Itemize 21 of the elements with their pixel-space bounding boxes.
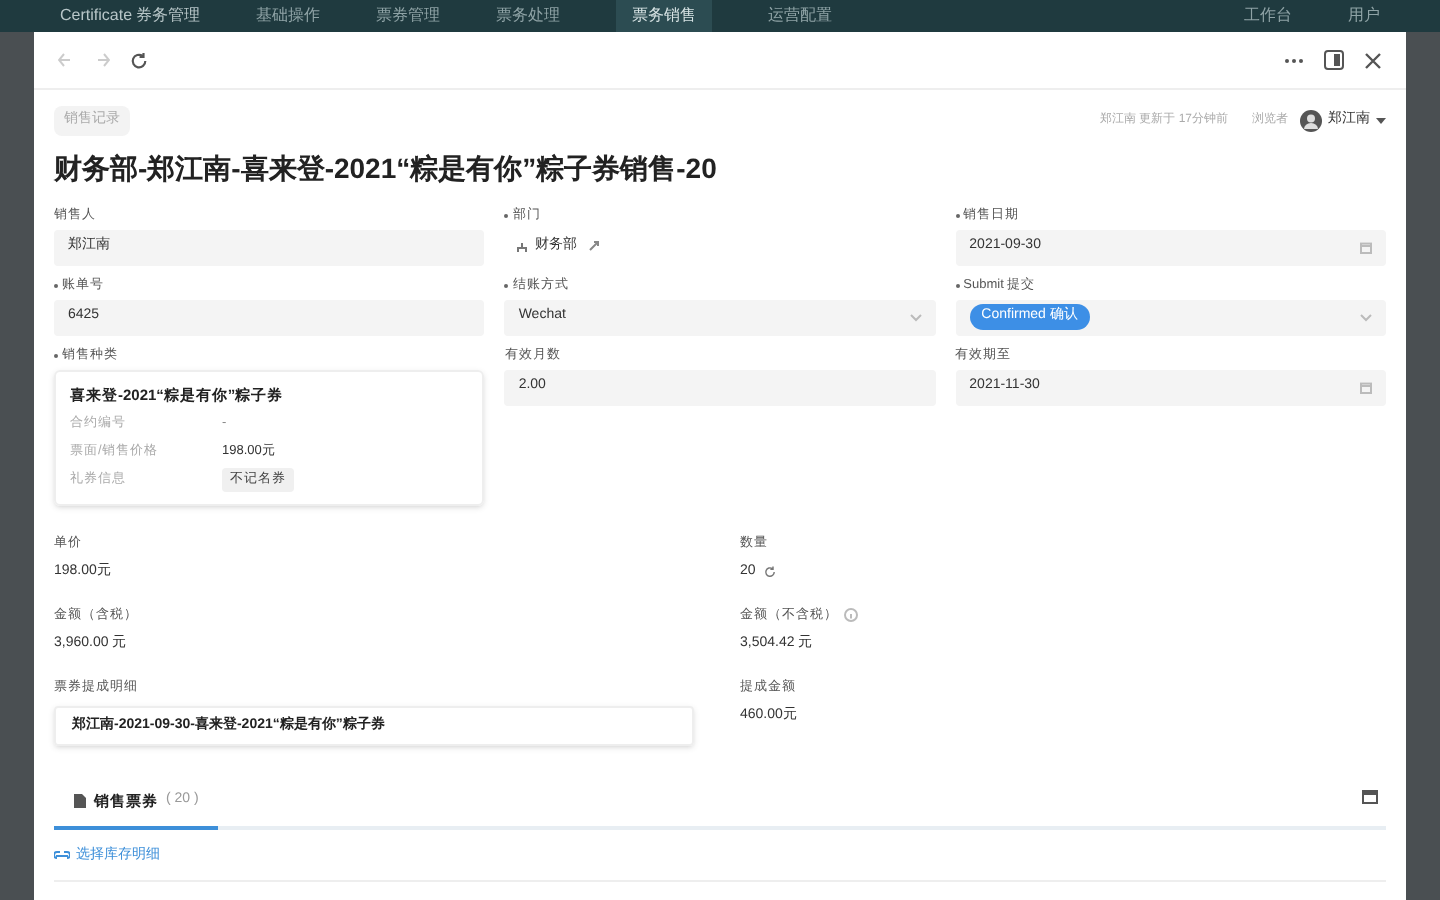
refresh-icon[interactable] — [130, 51, 148, 69]
record-title: 财务部-郑江南-喜来登-2021“粽是有你”粽子券销售-20 — [54, 149, 719, 187]
header-link[interactable]: 用户 — [1348, 4, 1380, 28]
side-panel-icon[interactable] — [1324, 50, 1344, 70]
table-view-icon[interactable] — [1362, 789, 1378, 804]
menu-item[interactable]: 票券管理 — [376, 4, 441, 28]
menu-item[interactable]: 运营配置 — [768, 4, 833, 28]
info-icon[interactable] — [844, 608, 858, 623]
app-title: Certificate 券务管理 — [60, 4, 201, 28]
close-icon[interactable] — [1364, 51, 1382, 69]
header-link[interactable]: 工作台 — [1244, 4, 1292, 28]
menu-item[interactable]: 票务销售 — [616, 0, 713, 32]
document-icon — [74, 793, 86, 808]
link-icon — [54, 850, 70, 863]
caret-icon[interactable] — [1376, 117, 1386, 124]
more-icon[interactable] — [1284, 57, 1304, 63]
menu-item[interactable]: 基础操作 — [256, 4, 321, 28]
avatar-icon — [1300, 109, 1322, 132]
menu-item[interactable]: 票务处理 — [496, 4, 561, 28]
refresh-icon[interactable] — [763, 566, 776, 578]
org-icon — [516, 241, 529, 253]
